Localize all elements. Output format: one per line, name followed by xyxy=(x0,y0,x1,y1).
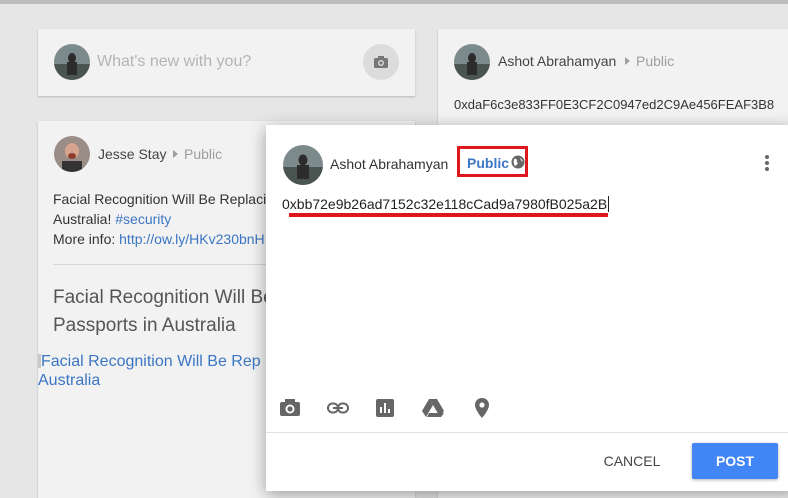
post-button[interactable]: POST xyxy=(692,443,778,479)
post-audience: Public xyxy=(184,146,223,162)
post-text-line: More info: http://ow.ly/HKv230bnH xyxy=(53,229,274,249)
link-preview-title-line: Facial Recognition Will Be xyxy=(53,287,274,308)
globe-icon xyxy=(511,155,525,169)
post-link[interactable]: http://ow.ly/HKv230bnH xyxy=(119,231,265,247)
post-author[interactable]: Jesse Stay xyxy=(98,146,166,162)
poll-icon[interactable] xyxy=(376,399,394,417)
more-vert-icon[interactable] xyxy=(760,153,774,173)
avatar xyxy=(54,44,90,80)
post-text-fragment: More info: xyxy=(53,231,120,247)
link-preview-title-line: Passports in Australia xyxy=(53,315,236,336)
audience-selector[interactable]: Public xyxy=(464,150,525,174)
post-text: Facial Recognition Will Be Replacin Aust… xyxy=(53,189,274,249)
camera-icon[interactable] xyxy=(279,398,301,418)
camera-icon xyxy=(374,56,388,68)
dialog-author: Ashot Abrahamyan xyxy=(330,156,449,172)
drive-icon[interactable] xyxy=(422,398,444,418)
audience-label: Public xyxy=(467,155,510,171)
post-text-input[interactable]: 0xbb72e9b26ad7152c32e118cCad9a7980fB025a… xyxy=(282,196,610,212)
post-text-line: Facial Recognition Will Be Replacin xyxy=(53,191,274,207)
avatar[interactable] xyxy=(54,136,90,172)
post-text: 0xdaF6c3e833FF0E3CF2C0947ed2C9Ae456FEAF3… xyxy=(454,97,775,112)
cancel-button[interactable]: CANCEL xyxy=(596,445,668,477)
chevron-right-icon xyxy=(173,150,178,158)
image-alt-text: Australia xyxy=(38,372,101,389)
post-text-fragment: Australia! xyxy=(53,211,116,227)
composer-input[interactable]: What's new with you? xyxy=(97,53,251,71)
image-alt-text: Facial Recognition Will Be Rep xyxy=(41,353,261,370)
post-author[interactable]: Ashot Abrahamyan xyxy=(498,53,616,69)
share-dialog xyxy=(266,125,788,491)
chevron-right-icon xyxy=(625,57,630,65)
link-preview-title[interactable]: Facial Recognition Will Be Passports in … xyxy=(53,284,274,340)
composer-camera-button[interactable] xyxy=(363,44,399,80)
avatar xyxy=(283,145,323,185)
post-audience: Public xyxy=(636,53,675,69)
annotation-underline xyxy=(289,213,608,217)
divider xyxy=(266,432,788,433)
link-icon[interactable] xyxy=(327,402,349,414)
avatar[interactable] xyxy=(454,44,490,80)
post-text-line: Australia! #security xyxy=(53,209,274,229)
top-bar xyxy=(0,0,788,4)
location-icon[interactable] xyxy=(475,398,489,418)
hashtag-link[interactable]: #security xyxy=(115,211,171,227)
link-preview-image[interactable]: Facial Recognition Will Be Rep Australia xyxy=(38,352,261,390)
